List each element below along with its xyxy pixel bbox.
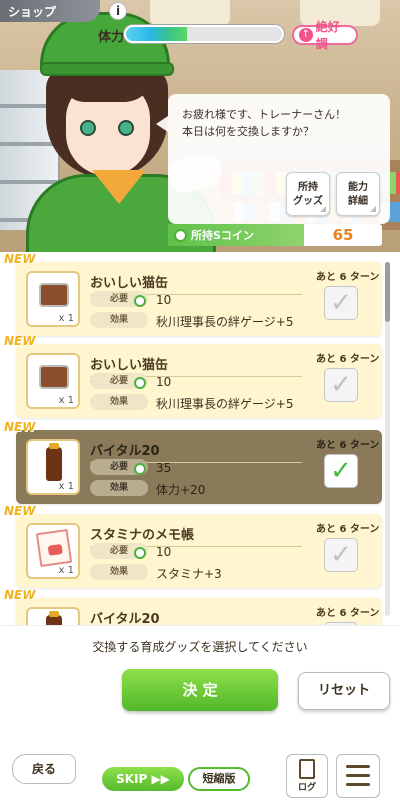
dialog-line-1: お疲れ様です、トレーナーさん！ [182, 108, 347, 121]
item-quantity: x 1 [58, 565, 74, 576]
coin-value: 65 [332, 226, 354, 244]
speech-bubble: お疲れ様です、トレーナーさん！ 本日は何を交換しますか？ 所持 グッズ 能力 詳… [156, 94, 390, 224]
effect-label: 効果 [90, 394, 148, 410]
item-list[interactable]: NEW x 1 おいしい猫缶 必要 10 効果 秋川理事長の絆ゲージ+5 あと 6 ターン ✓ N… [0, 252, 400, 625]
new-badge: NEW [4, 420, 36, 434]
menu-button[interactable] [336, 754, 380, 798]
shop-title-tab: ショップ [0, 0, 100, 22]
coin-icon [134, 377, 146, 389]
owned-goods-label-2: グッズ [293, 196, 323, 207]
stamina-bar [124, 25, 284, 43]
new-badge: NEW [4, 588, 36, 602]
ability-label-1: 能力 [348, 182, 368, 193]
select-checkbox[interactable]: ✓ [324, 454, 358, 488]
item-cost: 10 [156, 293, 172, 307]
item-icon-frame [26, 607, 80, 625]
cat-can-icon [39, 283, 69, 307]
coin-icon [134, 295, 146, 307]
effect-label: 効果 [90, 564, 148, 580]
menu-icon-line [346, 783, 370, 786]
item-effect: スタミナ+3 [156, 567, 222, 581]
coin-icon [174, 228, 187, 242]
turns-remaining: あと 6 ターン [316, 440, 380, 451]
eye-right [118, 120, 134, 136]
scroll-thumb[interactable] [385, 262, 390, 322]
item-quantity: x 1 [58, 395, 74, 406]
footer: 交換する育成グッズを選択してください 決 定 リセット 戻る SKIP ▶▶ 短… [0, 625, 400, 800]
effect-label: 効果 [90, 480, 148, 496]
item-card[interactable]: NEW x 1 おいしい猫缶 必要 10 効果 秋川理事長の絆ゲージ+5 あと 6 ターン ✓ [4, 252, 382, 336]
list-scrollbar[interactable] [385, 262, 390, 616]
turns-remaining: あと 6 ターン [316, 608, 380, 619]
item-cost: 10 [156, 375, 172, 389]
item-icon-frame: x 1 [26, 439, 80, 495]
item-icon-frame: x 1 [26, 271, 80, 327]
item-effect: 体力+20 [156, 483, 206, 497]
dialog-text: お疲れ様です、トレーナーさん！ 本日は何を交換しますか？ [182, 106, 346, 140]
owned-goods-button[interactable]: 所持 グッズ [286, 172, 330, 216]
info-button[interactable]: i [109, 2, 127, 20]
coin-balance: 所持Sコイン 65 [168, 224, 382, 246]
item-icon-frame: x 1 [26, 353, 80, 409]
ability-detail-button[interactable]: 能力 詳細 [336, 172, 380, 216]
item-cost: 10 [156, 545, 172, 559]
mood-badge: ↑ 絶好調 [292, 20, 358, 51]
eye-left [80, 120, 96, 136]
item-cost: 35 [156, 461, 172, 475]
log-label: ログ [297, 783, 316, 793]
item-icon-frame: x 1 [26, 523, 80, 579]
item-card[interactable]: NEW x 1 バイタル20 必要 35 効果 体力+20 あと 6 ターン ✓ [4, 420, 382, 504]
new-badge: NEW [4, 252, 36, 266]
bottle-icon [46, 611, 62, 625]
dialog-line-2: 本日は何を交換しますか？ [182, 125, 314, 138]
ability-label-2: 詳細 [348, 196, 368, 207]
skip-button[interactable]: SKIP ▶▶ [102, 767, 184, 791]
cat-can-icon [39, 365, 69, 389]
instruction-text: 交換する育成グッズを選択してください [92, 640, 308, 654]
item-quantity: x 1 [58, 313, 74, 324]
item-quantity: x 1 [58, 481, 74, 492]
bottle-icon [46, 443, 62, 481]
mood-up-icon: ↑ [299, 28, 313, 42]
coin-label-box: 所持Sコイン [168, 224, 304, 246]
coin-label: 所持Sコイン [191, 229, 254, 242]
item-card[interactable]: NEW x 1 スタミナのメモ帳 必要 10 効果 スタミナ+3 あと 6 ターン ✓ [4, 504, 382, 588]
item-effect: 秋川理事長の絆ゲージ+5 [156, 397, 294, 411]
item-card[interactable]: NEWバイタル20必要効果あと 6 ターン✓ [4, 588, 382, 625]
decide-button[interactable]: 決 定 [122, 669, 278, 711]
select-checkbox[interactable]: ✓ [324, 538, 358, 572]
memo-icon [35, 528, 73, 568]
menu-icon-line [346, 774, 370, 777]
coin-icon [134, 463, 146, 475]
select-checkbox[interactable]: ✓ [324, 286, 358, 320]
back-button[interactable]: 戻る [12, 754, 76, 784]
log-icon [299, 759, 315, 779]
new-badge: NEW [4, 334, 36, 348]
select-checkbox[interactable]: ✓ [324, 368, 358, 402]
item-card[interactable]: NEW x 1 おいしい猫缶 必要 10 効果 秋川理事長の絆ゲージ+5 あと 6 ターン ✓ [4, 334, 382, 418]
hat-band [40, 62, 174, 76]
short-version-button[interactable]: 短縮版 [188, 767, 250, 791]
item-effect: 秋川理事長の絆ゲージ+5 [156, 315, 294, 329]
menu-icon-line [346, 765, 370, 768]
effect-label: 効果 [90, 312, 148, 328]
stamina-fill [126, 27, 187, 41]
log-button[interactable]: ログ [286, 754, 328, 798]
stamina-label: 体力 [98, 30, 125, 45]
turns-remaining: あと 6 ターン [316, 272, 380, 283]
new-badge: NEW [4, 504, 36, 518]
coin-icon [134, 547, 146, 559]
reset-button[interactable]: リセット [298, 672, 390, 710]
shop-scene: ショップ i 体力 ↑ 絶好調 お疲れ様です、トレーナーさん！ 本日は何を交換し… [0, 0, 400, 252]
item-name: バイタル20 [90, 608, 302, 625]
owned-goods-label-1: 所持 [298, 182, 318, 193]
turns-remaining: あと 6 ターン [316, 354, 380, 365]
turns-remaining: あと 6 ターン [316, 524, 380, 535]
mood-text: 絶好調 [315, 20, 340, 51]
